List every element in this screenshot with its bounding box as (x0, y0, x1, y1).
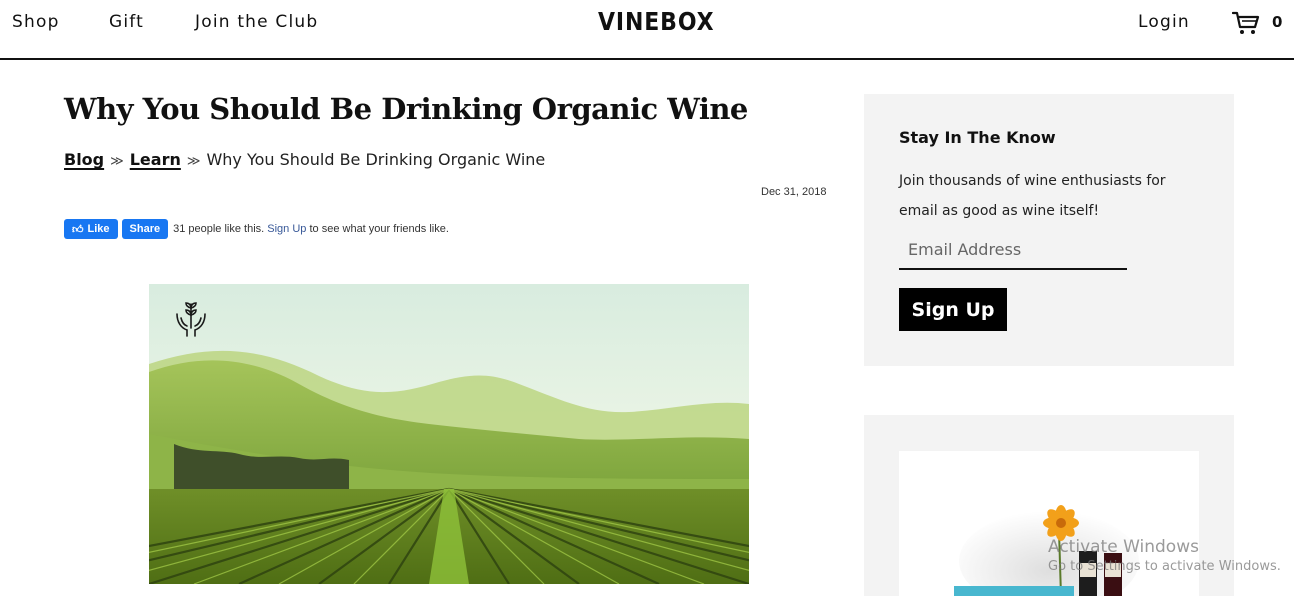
breadcrumb-separator: ≫ (110, 154, 124, 169)
thumbs-up-icon: 👍︎ (72, 223, 84, 236)
breadcrumb-learn-link[interactable]: Learn (130, 150, 181, 169)
sign-up-button[interactable]: Sign Up (899, 288, 1007, 331)
hands-sprout-icon (176, 302, 206, 337)
nav-login[interactable]: Login (1138, 12, 1190, 32)
breadcrumb-separator: ≫ (186, 154, 201, 169)
newsletter-signup-panel: Stay In The Know Join thousands of wine … (864, 94, 1234, 366)
facebook-social-bar: 👍︎ Like Share 31 people like this. Sign … (64, 219, 449, 239)
vineyard-illustration (149, 284, 749, 584)
nav-join-the-club[interactable]: Join the Club (195, 12, 318, 32)
breadcrumb: Blog ≫ Learn ≫ Why You Should Be Drinking Or… (64, 150, 545, 169)
hero-image (149, 284, 749, 584)
newsletter-description: Join thousands of wine enthusiasts for e… (899, 173, 1166, 219)
facebook-share-button[interactable]: Share (121, 219, 169, 239)
nav-gift[interactable]: Gift (109, 12, 144, 32)
email-address-input[interactable] (899, 230, 1127, 270)
promo-image[interactable] (899, 451, 1199, 596)
site-logo[interactable]: VINEBOX (598, 7, 714, 36)
like-label: Like (87, 223, 110, 235)
promo-panel (864, 415, 1234, 596)
wine-products-illustration (899, 451, 1199, 596)
nav-shop[interactable]: Shop (12, 12, 60, 32)
cart-icon[interactable] (1232, 10, 1260, 36)
breadcrumb-current: Why You Should Be Drinking Organic Wine (206, 150, 546, 169)
like-suffix-text: to see what your friends like. (309, 223, 449, 235)
top-navigation: Shop Gift Join the Club VINEBOX Login 0 (0, 0, 1294, 60)
like-count-text: 31 people like this. (173, 223, 265, 235)
newsletter-heading: Stay In The Know (899, 128, 1056, 147)
post-date: Dec 31, 2018 (761, 186, 827, 198)
facebook-like-button[interactable]: 👍︎ Like (64, 219, 118, 239)
facebook-signup-link[interactable]: Sign Up (267, 223, 306, 235)
cart-count: 0 (1272, 13, 1283, 31)
post-title: Why You Should Be Drinking Organic Wine (64, 92, 748, 126)
breadcrumb-blog-link[interactable]: Blog (64, 150, 104, 169)
